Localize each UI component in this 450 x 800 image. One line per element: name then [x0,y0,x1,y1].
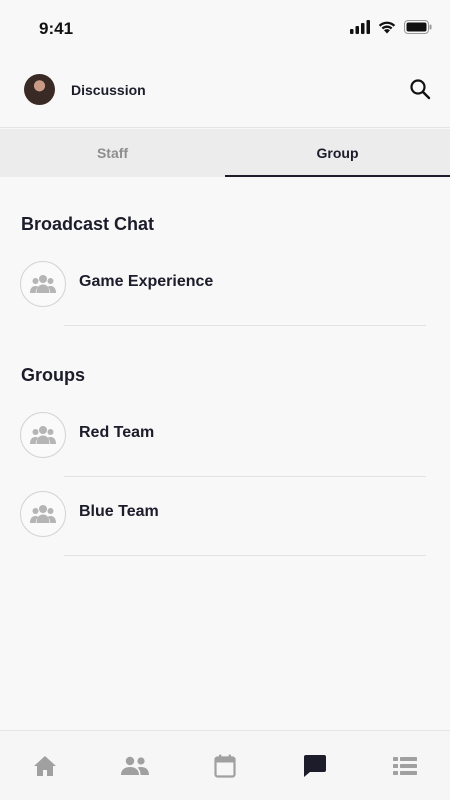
list-item-game-experience[interactable]: Game Experience [0,249,450,319]
search-icon [410,79,431,100]
people-icon [121,756,149,775]
page-title: Discussion [71,82,146,98]
signal-icon [350,20,370,34]
bottom-nav [0,730,450,800]
divider [64,325,426,326]
group-icon [30,426,56,444]
list-item-red-team[interactable]: Red Team [0,400,450,470]
nav-home[interactable] [0,731,90,800]
group-avatar [20,491,66,537]
broadcast-section-title: Broadcast Chat [21,214,155,234]
status-bar: 9:41 [0,0,450,58]
divider [64,555,426,556]
list-icon [393,756,417,775]
tab-staff[interactable]: Staff [0,129,225,177]
list-item-blue-team[interactable]: Blue Team [0,479,450,549]
app-header: Discussion [0,58,450,128]
group-avatar [20,261,66,307]
tab-group[interactable]: Group [225,129,450,177]
group-icon [30,275,56,293]
group-icon [30,505,56,523]
groups-section-title: Groups [21,365,86,385]
group-avatar [20,412,66,458]
battery-icon [404,20,432,34]
list-item-label: Red Team [79,424,155,441]
home-icon [34,755,56,776]
nav-calendar[interactable] [180,731,270,800]
list-item-label: Blue Team [79,503,159,520]
search-button[interactable] [408,77,432,101]
avatar[interactable] [24,74,55,105]
nav-chat[interactable] [270,731,360,800]
wifi-icon [378,21,396,34]
nav-list[interactable] [360,731,450,800]
nav-people[interactable] [90,731,180,800]
status-time: 9:41 [39,19,74,38]
list-item-label: Game Experience [79,273,214,290]
calendar-icon [214,754,236,778]
status-icons [350,20,432,34]
tab-bar: Staff Group [0,129,450,177]
chat-icon [304,754,326,777]
divider [64,476,426,477]
